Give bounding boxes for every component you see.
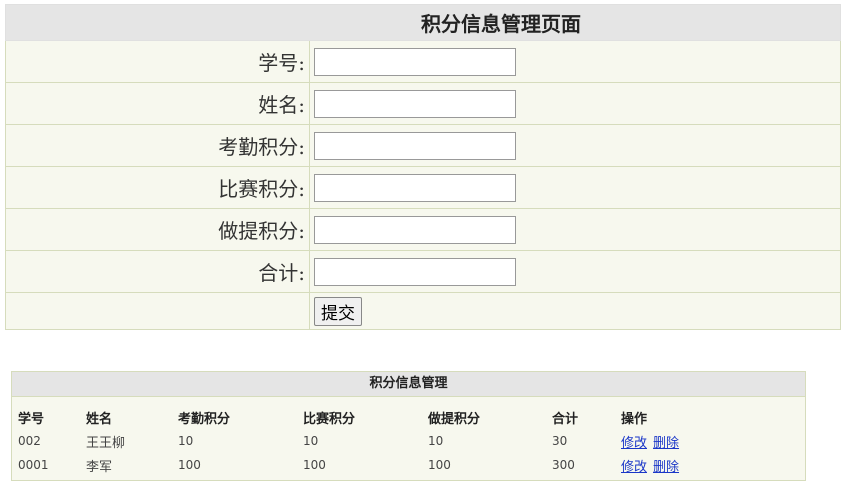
form-row-name: 姓名: (5, 82, 841, 125)
score-list-panel: 积分信息管理 学号 姓名 考勤积分 比赛积分 做提积分 合计 操作 002 王王… (11, 371, 806, 481)
score-list-table: 学号 姓名 考勤积分 比赛积分 做提积分 合计 操作 002 王王柳 10 10… (12, 405, 805, 477)
cell-name: 王王柳 (86, 435, 126, 451)
cell-total: 30 (552, 434, 568, 448)
delete-link[interactable]: 删除 (653, 436, 679, 451)
competition-score-input[interactable] (314, 173, 516, 202)
table-row: 0001 李军 100 100 100 300 修改 删除 (12, 453, 805, 477)
form-row-problems: 做提积分: (5, 208, 841, 251)
cell-competition: 100 (303, 458, 326, 472)
cell-problems: 10 (428, 434, 444, 448)
list-title: 积分信息管理 (12, 372, 805, 397)
delete-link[interactable]: 删除 (653, 460, 679, 475)
problem-score-label: 做提积分: (5, 208, 310, 251)
student-id-input[interactable] (314, 47, 516, 76)
cell-total: 300 (552, 458, 575, 472)
cell-id: 0001 (18, 458, 49, 472)
form-title: 积分信息管理页面 (5, 4, 841, 41)
form-row-attendance: 考勤积分: (5, 124, 841, 167)
col-header-actions: 操作 (621, 411, 648, 427)
form-row-submit: 提交 (5, 292, 841, 330)
edit-link[interactable]: 修改 (621, 460, 647, 475)
cell-id: 002 (18, 434, 41, 448)
submit-button[interactable]: 提交 (314, 296, 362, 326)
cell-attendance: 100 (178, 458, 201, 472)
form-title-row: 积分信息管理页面 (5, 4, 841, 41)
total-label: 合计: (5, 250, 310, 293)
table-header-row: 学号 姓名 考勤积分 比赛积分 做提积分 合计 操作 (12, 405, 805, 429)
table-row: 002 王王柳 10 10 10 30 修改 删除 (12, 429, 805, 453)
form-row-competition: 比赛积分: (5, 166, 841, 209)
col-header-id: 学号 (18, 411, 45, 427)
cell-actions: 修改 删除 (615, 429, 805, 453)
form-row-total: 合计: (5, 250, 841, 293)
cell-attendance: 10 (178, 434, 194, 448)
col-header-competition: 比赛积分 (303, 411, 356, 427)
name-label: 姓名: (5, 82, 310, 125)
edit-link[interactable]: 修改 (621, 436, 647, 451)
col-header-attendance: 考勤积分 (178, 411, 231, 427)
cell-competition: 10 (303, 434, 319, 448)
col-header-total: 合计 (552, 411, 579, 427)
cell-problems: 100 (428, 458, 451, 472)
name-input[interactable] (314, 89, 516, 118)
student-id-label: 学号: (5, 40, 310, 83)
total-input[interactable] (314, 257, 516, 286)
problem-score-input[interactable] (314, 215, 516, 244)
col-header-name: 姓名 (86, 411, 113, 427)
col-header-problems: 做提积分 (428, 411, 481, 427)
score-form: 积分信息管理页面 学号: 姓名: 考勤积分: 比赛积分: 做提积分: 合计: 提… (5, 4, 841, 330)
form-row-student-id: 学号: (5, 40, 841, 83)
attendance-score-label: 考勤积分: (5, 124, 310, 167)
cell-name: 李军 (86, 459, 113, 475)
cell-actions: 修改 删除 (615, 453, 805, 477)
competition-score-label: 比赛积分: (5, 166, 310, 209)
attendance-score-input[interactable] (314, 131, 516, 160)
